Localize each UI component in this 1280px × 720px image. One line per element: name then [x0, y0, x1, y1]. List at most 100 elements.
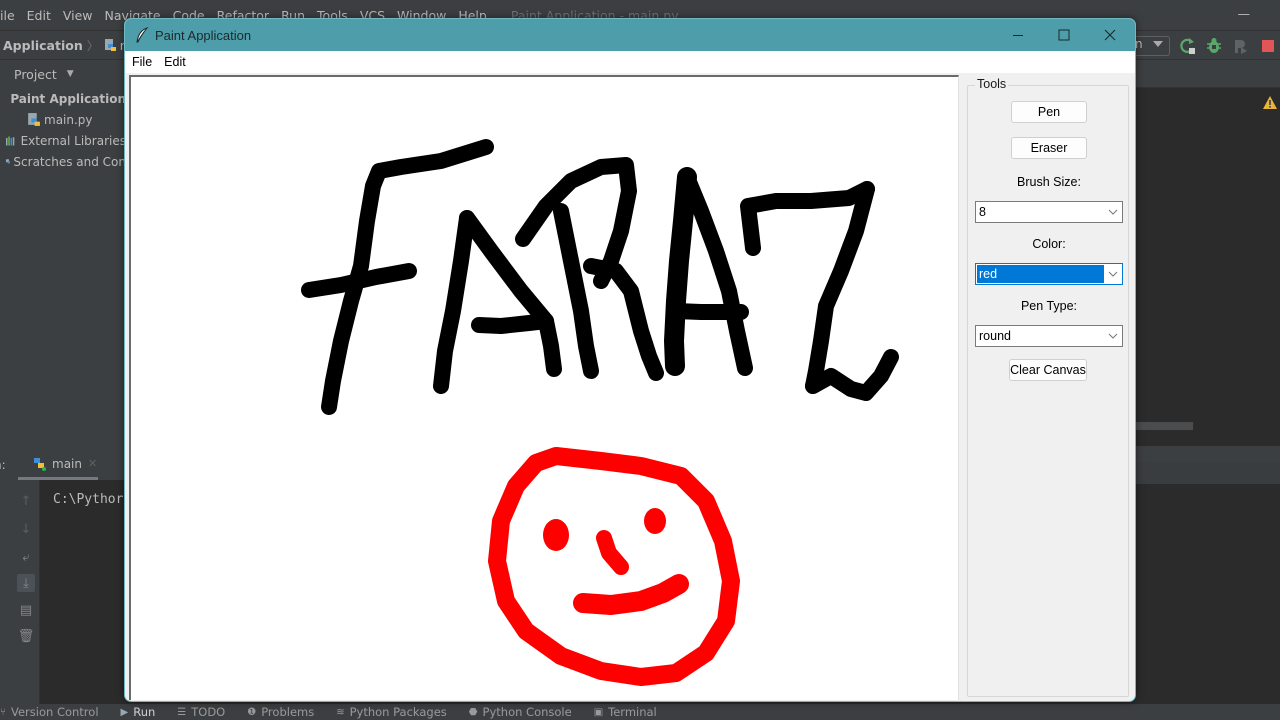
tree-item-label: Scratches and Con — [13, 154, 126, 169]
run-tab-main[interactable]: main ✕ — [18, 450, 98, 480]
brush-size-label: Brush Size: — [1017, 175, 1081, 189]
face-nose — [596, 530, 629, 575]
chevron-down-icon[interactable] — [1104, 326, 1122, 346]
libraries-icon — [6, 135, 15, 146]
menu-file[interactable]: ile — [0, 8, 15, 23]
chevron-down-icon[interactable] — [1104, 264, 1122, 284]
minimize-icon — [1013, 35, 1023, 36]
paint-titlebar[interactable]: Paint Application — [125, 19, 1135, 51]
debug-icon[interactable] — [1206, 37, 1222, 55]
stroke-letter-a1-bar — [471, 313, 554, 334]
drawing-canvas[interactable] — [129, 75, 959, 700]
tool-window-version-control[interactable]: ⑂ Version Control — [0, 705, 99, 719]
tool-window-problems[interactable]: ❶ Problems — [247, 705, 314, 719]
tree-item-label: Paint Application — [10, 91, 126, 106]
tree-item-project-folder[interactable]: Paint Application — [0, 88, 126, 109]
close-icon[interactable]: ✕ — [88, 457, 97, 470]
stroke-letter-a2-bar — [668, 303, 749, 320]
tool-window-bar: ⑂ Version Control ▶ Run ☰ TODO ❶ Problems ≋ P… — [0, 704, 1280, 720]
paint-app-window: Paint Application File Edit Tools Pen Er… — [124, 18, 1136, 702]
paint-menu-edit[interactable]: Edit — [164, 55, 186, 69]
close-button[interactable] — [1087, 19, 1133, 51]
pen-button[interactable]: Pen — [1011, 101, 1087, 123]
tool-window-label: Python Console — [482, 705, 572, 719]
paint-menu-file[interactable]: File — [132, 55, 152, 69]
stop-icon[interactable] — [1260, 37, 1276, 55]
tool-window-label: Python Packages — [349, 705, 447, 719]
tool-window-python-packages[interactable]: ≋ Python Packages — [336, 705, 447, 719]
soft-wrap-icon[interactable]: ⤶ — [17, 548, 35, 566]
rerun-icon[interactable] — [1180, 37, 1196, 55]
run-config-value: n — [1135, 37, 1143, 51]
run-header-band — [1134, 462, 1280, 484]
scratches-icon — [6, 159, 11, 164]
tool-window-python-console[interactable]: ⬣ Python Console — [469, 705, 572, 719]
python-file-icon — [104, 39, 116, 51]
tree-item-main-py[interactable]: main.py — [0, 109, 126, 130]
menu-view[interactable]: View — [63, 8, 93, 23]
profile-icon[interactable] — [1232, 37, 1248, 55]
color-value: red — [977, 265, 1104, 283]
eraser-button[interactable]: Eraser — [1011, 137, 1087, 159]
tree-item-external-libraries[interactable]: External Libraries — [0, 130, 126, 151]
tool-window-label: Problems — [261, 705, 315, 719]
brush-size-select[interactable]: 8 — [975, 201, 1123, 223]
stroke-letter-a2-left — [664, 167, 697, 376]
editor-horizontal-scrollbar[interactable] — [1136, 422, 1193, 430]
pen-type-select[interactable]: round — [975, 325, 1123, 347]
menu-edit[interactable]: Edit — [27, 8, 51, 23]
run-toolbar: ↑ ↓ ⤶ ⤓ ▤ 🗑 — [12, 480, 40, 708]
print-icon[interactable]: ▤ — [17, 601, 35, 619]
python-console-icon: ⬣ — [468, 706, 478, 718]
tool-window-todo[interactable]: ☰ TODO — [177, 705, 225, 719]
stroke-letter-a2-right — [679, 169, 753, 376]
project-panel: Project ▼ Paint Application main.py Exte… — [0, 60, 126, 446]
vcs-icon: ⑂ — [0, 706, 6, 718]
python-file-icon — [28, 113, 40, 126]
project-header-label: Project — [14, 66, 57, 82]
maximize-icon — [1058, 29, 1070, 41]
paint-window-title: Paint Application — [155, 27, 252, 43]
arrow-down-icon[interactable]: ↓ — [17, 520, 35, 538]
color-select[interactable]: red — [975, 263, 1123, 285]
breadcrumb-separator: 〉 — [86, 38, 99, 53]
trash-icon[interactable]: 🗑 — [17, 627, 35, 645]
console-output: C:\Pythor — [53, 492, 124, 507]
tools-frame-legend: Tools — [975, 77, 1009, 91]
todo-icon: ☰ — [177, 706, 187, 718]
clear-canvas-button[interactable]: Clear Canvas — [1009, 359, 1087, 381]
pen-type-label: Pen Type: — [1020, 299, 1078, 313]
arrow-up-icon[interactable]: ↑ — [17, 492, 35, 510]
warning-icon[interactable] — [1263, 96, 1277, 109]
tool-window-run[interactable]: ▶ Run — [121, 705, 156, 719]
chevron-down-icon[interactable]: ▼ — [67, 69, 74, 79]
scroll-to-end-icon[interactable]: ⤓ — [17, 574, 35, 592]
drawing-layer — [301, 139, 899, 686]
maximize-button[interactable] — [1041, 19, 1087, 51]
color-label: Color: — [1032, 237, 1066, 251]
tool-window-terminal[interactable]: ▣ Terminal — [594, 705, 657, 719]
stroke-letter-r-stem — [553, 203, 599, 379]
stroke-letter-f-bar — [301, 263, 417, 298]
tool-window-label: Version Control — [11, 705, 99, 719]
run-panel-label: n: — [0, 458, 6, 472]
tool-window-label: Terminal — [608, 705, 657, 719]
paint-menubar: File Edit — [125, 51, 1135, 73]
tool-window-label: TODO — [191, 705, 226, 719]
pen-type-value: round — [979, 329, 1011, 343]
minimize-button[interactable] — [995, 19, 1041, 51]
stroke-letter-a1-right — [459, 210, 562, 377]
terminal-icon: ▣ — [593, 706, 604, 718]
project-panel-header[interactable]: Project ▼ — [0, 60, 126, 88]
tree-item-scratches[interactable]: Scratches and Con — [0, 151, 126, 172]
stroke-letter-a1-left — [433, 210, 475, 394]
breadcrumb-project[interactable]: Application — [0, 38, 83, 53]
tree-item-label: External Libraries — [20, 133, 126, 148]
chevron-down-icon — [1153, 41, 1163, 47]
run-tab-label: main — [52, 456, 82, 471]
face-mouth — [573, 574, 689, 615]
run-left-toolbar — [0, 480, 12, 708]
ide-minimize-icon[interactable]: — — [1238, 6, 1251, 21]
chevron-down-icon[interactable] — [1104, 202, 1122, 222]
ide-window: ile Edit View Navigate Code Refactor Run… — [0, 0, 1280, 720]
